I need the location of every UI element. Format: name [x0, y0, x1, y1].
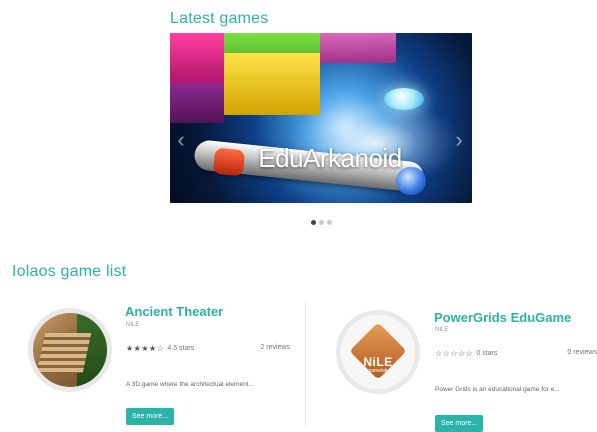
game-card-powergrids: NiLE gamelab PowerGrids EduGame NILE ☆☆☆… [318, 298, 597, 432]
brick [170, 83, 224, 123]
game-thumbnail[interactable] [28, 308, 112, 392]
review-count: 2 reviews [260, 344, 290, 351]
rating-text: 4.5 stars [167, 345, 195, 352]
carousel-indicators [311, 220, 332, 225]
brick [320, 33, 396, 63]
see-more-button[interactable]: See more... [435, 415, 484, 432]
theater-steps [36, 333, 92, 373]
game-author: NILE [435, 327, 449, 333]
game-description: Power Grids is an educational game for e… [435, 386, 560, 393]
slide-title: EduArkanoid [258, 143, 402, 173]
nile-logo-text: NiLE [363, 355, 393, 369]
ball [384, 88, 424, 110]
latest-games-heading: Latest games [170, 10, 269, 27]
carousel-next-arrow-icon[interactable]: › [452, 128, 466, 152]
game-title[interactable]: PowerGrids EduGame [434, 310, 571, 325]
carousel-dot[interactable] [311, 220, 316, 225]
carousel-dot[interactable] [319, 220, 324, 225]
see-more-button[interactable]: See more... [126, 408, 175, 425]
game-rating: ★★★★☆ 4.5 stars [126, 344, 194, 353]
review-count: 0 reviews [567, 349, 597, 356]
nile-logo-subtext: gamelab [368, 368, 388, 374]
carousel-dot[interactable] [327, 220, 332, 225]
game-list-heading: Iolaos game list [12, 263, 127, 280]
rating-text: 0 stars [476, 350, 498, 357]
game-rating: ☆☆☆☆☆ 0 stars [435, 349, 497, 358]
game-author: NILE [126, 322, 140, 328]
game-thumbnail[interactable]: NiLE gamelab [336, 310, 420, 394]
games-carousel[interactable]: EduArkanoid ‹ › [170, 33, 472, 203]
card-divider [305, 302, 306, 427]
game-title[interactable]: Ancient Theater [125, 304, 223, 319]
game-description: A 3D game where the architectual element… [126, 381, 254, 388]
carousel-prev-arrow-icon[interactable]: ‹ [174, 128, 188, 152]
brick [170, 33, 224, 83]
star-rating-icon: ★★★★☆ [126, 344, 165, 353]
game-card-ancient-theater: Ancient Theater NILE ★★★★☆ 4.5 stars 2 r… [20, 298, 302, 430]
star-rating-icon: ☆☆☆☆☆ [435, 349, 474, 358]
